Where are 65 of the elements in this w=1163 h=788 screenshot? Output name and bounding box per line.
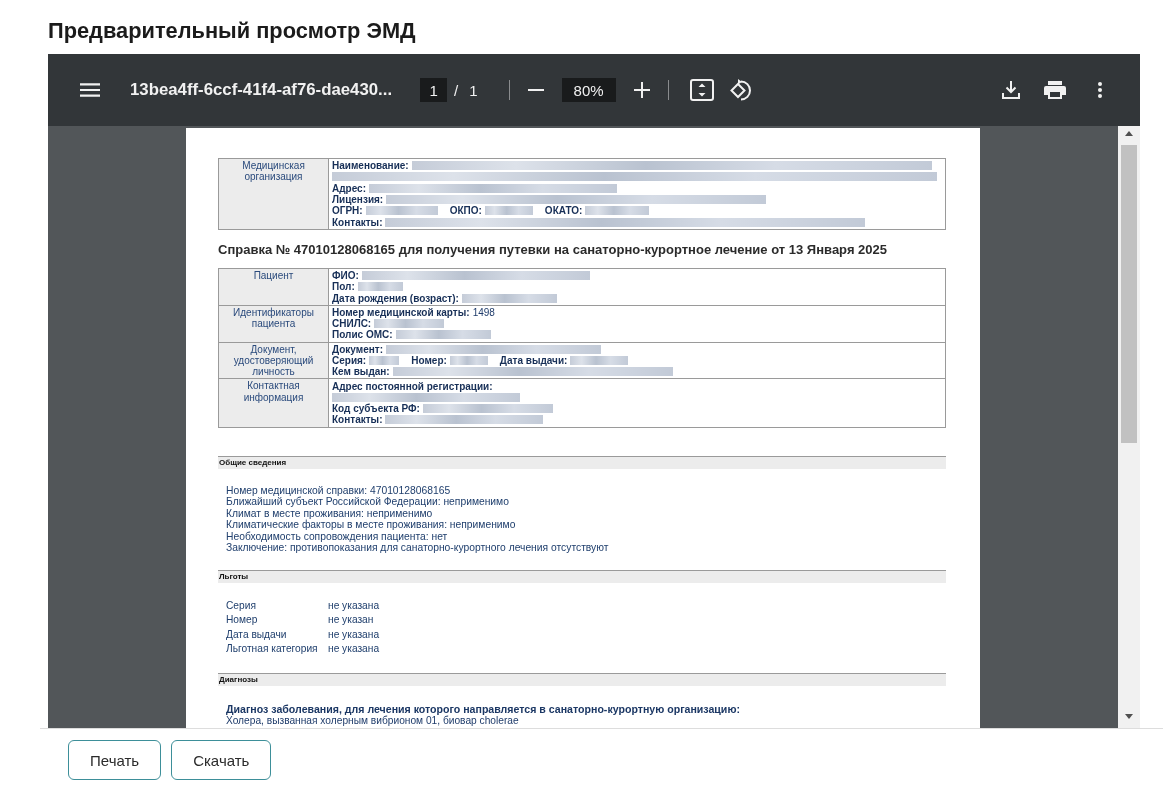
field-label: Полис ОМС: (332, 329, 393, 341)
fit-page-icon[interactable] (689, 79, 714, 101)
field-label: Номер медицинской карты: (332, 306, 470, 318)
benefit-value: не указан (328, 613, 375, 628)
scroll-down-icon[interactable] (1125, 714, 1133, 719)
benefit-label: Номер (226, 613, 328, 628)
field-label: СНИЛС: (332, 318, 372, 330)
field-label: Адрес: (332, 182, 366, 194)
row-heading-cell: Документ, удостоверяющий личность (218, 342, 329, 379)
benefit-value: не указана (328, 642, 380, 657)
benefit-value: не указана (328, 598, 380, 613)
field-label: Серия: (332, 355, 367, 366)
row-heading-cell: Медицинская организация (218, 158, 329, 230)
diagnosis-text: Холера, вызванная холерным вибрионом 01, биовар cholerae (226, 714, 519, 726)
field-label: ОКПО: (449, 205, 482, 217)
download-button[interactable]: Скачать (171, 740, 272, 780)
field-label: Код субъекта РФ: (332, 403, 420, 415)
more-options-icon[interactable] (1098, 82, 1102, 98)
benefit-label: Дата выдачи (226, 627, 328, 643)
benefit-value: не указана (328, 627, 380, 642)
field-label: ФИО: (332, 269, 359, 281)
section-header: Диагнозы (218, 672, 946, 686)
info-line: Климат в месте проживания: неприменимо (226, 507, 433, 520)
print-button[interactable]: Печать (68, 740, 162, 780)
dialog-title: Предварительный просмотр ЭМД (48, 17, 416, 45)
benefit-label: Льготная категория (226, 642, 328, 657)
field-label: ОГРН: (332, 205, 363, 217)
section-header: Общие сведения (218, 455, 946, 469)
row-heading-cell: Контактная информация (218, 378, 329, 428)
field-label: Наименование: (332, 160, 409, 172)
row-heading-cell: Пациент (218, 268, 329, 306)
info-line: Номер медицинской справки: 47010128068165 (226, 484, 451, 497)
field-value: 1498 (472, 306, 495, 318)
page-count: 1 (469, 81, 478, 99)
page-separator: / (454, 81, 459, 99)
row-heading-cell: Идентификаторы пациента (218, 305, 329, 343)
document-heading: Справка № 47010128068165 для получения путевки на санаторно-курортное лечение от 13 Января 2025 (218, 241, 888, 258)
zoom-in-icon[interactable] (633, 82, 650, 98)
field-label: Контакты: (332, 216, 383, 228)
scrollbar-thumb[interactable] (1121, 145, 1137, 443)
download-icon[interactable] (1002, 81, 1020, 99)
field-label: Документ: (332, 343, 383, 355)
section-header: Льготы (218, 569, 946, 583)
page-input[interactable]: 1 (420, 78, 448, 102)
scroll-up-icon[interactable] (1125, 131, 1133, 136)
print-icon[interactable] (1044, 81, 1066, 99)
field-label: Пол: (332, 281, 355, 293)
menu-icon[interactable] (80, 83, 100, 97)
info-line: Климатические факторы в месте проживания: неприменимо (226, 519, 516, 531)
diagnosis-heading: Диагноз заболевания, для лечения которого направляется в санаторно-курортную организацию: (226, 702, 740, 715)
info-line: Ближайший субъект Российской Федерации: неприменимо (226, 496, 509, 508)
field-label: Номер: (411, 355, 447, 366)
field-label: Адрес постоянной регистрации: (332, 380, 493, 392)
field-label: Дата рождения (возраст): (332, 292, 459, 304)
field-label: ОКАТО: (544, 205, 583, 217)
info-line: Необходимость сопровождения пациента: нет (226, 530, 448, 543)
info-line: Заключение: противопоказания для санаторно-курортного лечения отсутствуют (226, 542, 609, 554)
benefit-label: Серия (226, 598, 328, 614)
field-label: Лицензия: (332, 194, 384, 206)
file-name: 13bea4ff-6ccf-41f4-af76-dae430... (130, 80, 393, 100)
zoom-input[interactable]: 80% (561, 78, 616, 102)
rotate-icon[interactable] (728, 79, 753, 101)
field-label: Дата выдачи: (499, 355, 568, 366)
field-label: Контакты: (332, 414, 383, 426)
field-label: Кем выдан: (332, 366, 390, 378)
